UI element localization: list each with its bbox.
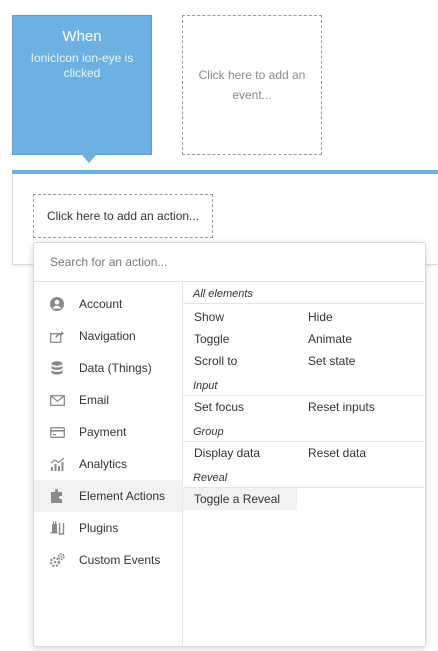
category-navigation[interactable]: Navigation [34, 320, 182, 352]
action-reset-data[interactable]: Reset data [297, 442, 411, 464]
category-email[interactable]: Email [34, 384, 182, 416]
category-label: Payment [79, 425, 127, 439]
action-toggle-a-reveal[interactable]: Toggle a Reveal [183, 488, 297, 510]
category-label: Plugins [79, 521, 119, 535]
category-analytics[interactable]: Analytics [34, 448, 182, 480]
action-group-all-elements: All elements Show Hide Toggle Animate Sc… [183, 285, 425, 372]
database-icon [49, 360, 65, 376]
action-show[interactable]: Show [183, 306, 297, 328]
category-element-actions[interactable]: Element Actions [34, 480, 182, 512]
action-toggle[interactable]: Toggle [183, 328, 297, 350]
category-label: Custom Events [79, 553, 161, 567]
analytics-icon [49, 456, 65, 472]
category-payment[interactable]: Payment [34, 416, 182, 448]
action-group-group: Group Display data Reset data [183, 423, 425, 464]
category-label: Account [79, 297, 123, 311]
category-label: Navigation [79, 329, 136, 343]
payment-icon [49, 424, 65, 440]
event-when-label: When [62, 28, 102, 45]
search-input[interactable] [48, 254, 411, 270]
plugins-icon [49, 520, 65, 536]
action-reset-inputs[interactable]: Reset inputs [297, 396, 411, 418]
group-title: All elements [183, 285, 425, 304]
category-plugins[interactable]: Plugins [34, 512, 182, 544]
action-scroll-to[interactable]: Scroll to [183, 350, 297, 372]
category-custom-events[interactable]: Custom Events [34, 544, 182, 576]
action-group-input: Input Set focus Reset inputs [183, 377, 425, 418]
event-pointer [81, 154, 97, 163]
category-label: Element Actions [79, 489, 166, 503]
event-description: IonicIcon ion-eye is clicked [30, 51, 134, 80]
action-set-state[interactable]: Set state [297, 350, 411, 372]
category-data[interactable]: Data (Things) [34, 352, 182, 384]
group-title: Reveal [183, 469, 425, 488]
category-account[interactable]: Account [34, 288, 182, 320]
category-list: Account Navigation Data (Things) Email P… [34, 282, 183, 646]
category-label: Data (Things) [79, 361, 152, 375]
email-icon [49, 392, 65, 408]
add-action-button[interactable]: Click here to add an action... [33, 194, 213, 238]
action-list: All elements Show Hide Toggle Animate Sc… [183, 282, 425, 646]
category-label: Email [79, 393, 110, 407]
group-title: Group [183, 423, 425, 442]
action-group-reveal: Reveal Toggle a Reveal [183, 469, 425, 510]
search-bar [34, 243, 425, 282]
action-animate[interactable]: Animate [297, 328, 411, 350]
group-title: Input [183, 377, 425, 396]
action-set-focus[interactable]: Set focus [183, 396, 297, 418]
add-event-button[interactable]: Click here to add an event... [182, 15, 322, 155]
category-label: Analytics [79, 457, 128, 471]
element-actions-icon [49, 488, 65, 504]
event-card[interactable]: When IonicIcon ion-eye is clicked [12, 15, 152, 163]
action-display-data[interactable]: Display data [183, 442, 297, 464]
custom-events-icon [49, 552, 65, 568]
account-icon [49, 296, 65, 312]
action-hide[interactable]: Hide [297, 306, 411, 328]
action-dropdown: Account Navigation Data (Things) Email P… [33, 242, 426, 647]
navigation-icon [49, 328, 65, 344]
